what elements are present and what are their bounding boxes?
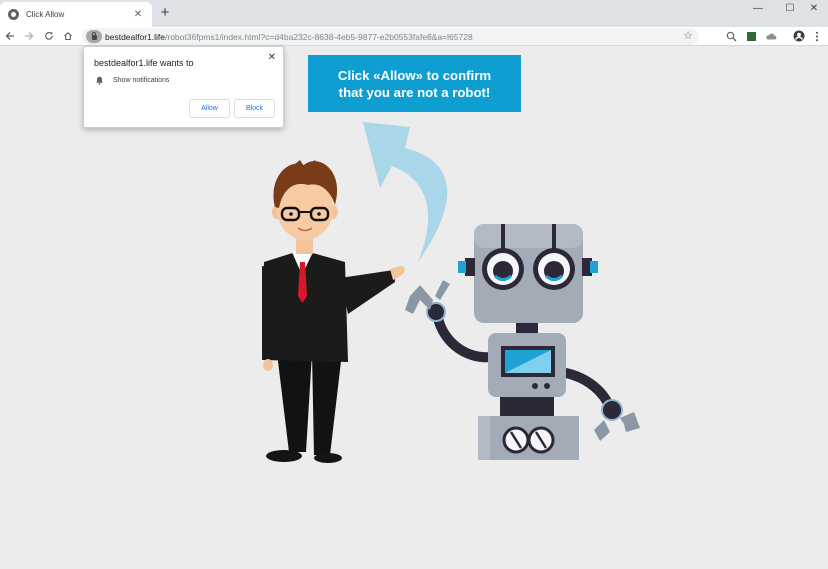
notification-permission-popup: bestdealfor1.life wants to ✕ Show notifi…: [83, 46, 284, 128]
banner-line-2: that you are not a robot!: [338, 84, 491, 100]
permission-close-button[interactable]: ✕: [268, 52, 276, 63]
curved-arrow-graphic: [363, 122, 448, 262]
allow-button[interactable]: Allow: [189, 99, 230, 118]
permission-item-label: Show notifications: [113, 77, 170, 84]
businessman-figure: [262, 160, 405, 463]
bell-icon: [96, 76, 103, 85]
block-button[interactable]: Block: [234, 99, 275, 118]
allow-instruction-banner[interactable]: Click «Allow» to confirm that you are no…: [308, 55, 521, 112]
permission-title: bestdealfor1.life wants to: [94, 58, 194, 68]
robot-figure: [405, 224, 640, 460]
banner-line-1: Click «Allow» to confirm: [337, 67, 492, 83]
